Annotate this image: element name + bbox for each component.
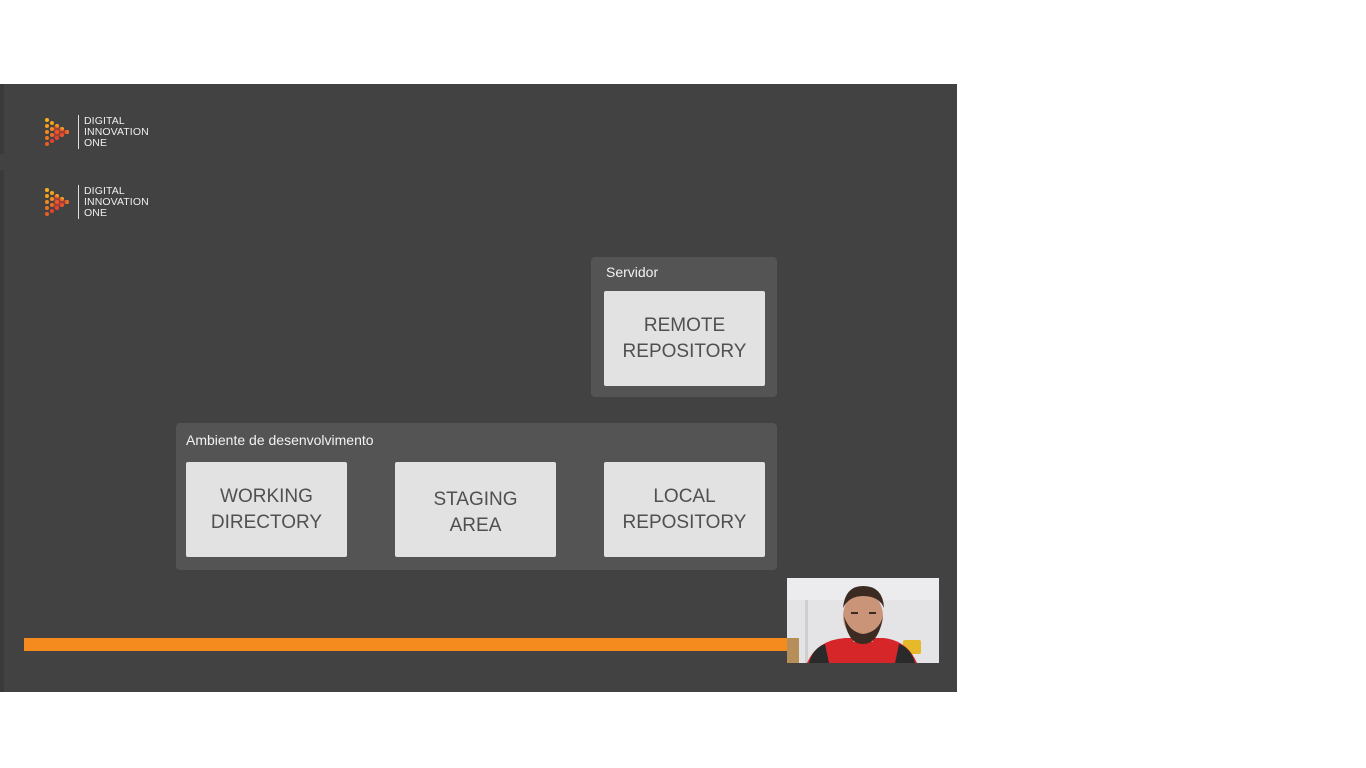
slide-edge (0, 84, 4, 154)
box-label-line: STAGING (433, 488, 518, 510)
box-label-line: AREA (449, 514, 502, 536)
logo-line: DIGITAL (84, 114, 125, 127)
logo-line: DIGITAL (84, 184, 125, 197)
logo-line: ONE (84, 136, 108, 149)
presenter-video-image (787, 578, 939, 663)
box-label-line: WORKING (220, 485, 313, 507)
digital-innovation-one-logo-icon (45, 118, 70, 146)
logo-divider (78, 185, 79, 219)
box-label-line: LOCAL (653, 485, 716, 507)
local-repository-box: LOCAL REPOSITORY (604, 462, 765, 557)
dio-logo: DIGITAL INNOVATION ONE (44, 115, 149, 149)
server-group-label: Servidor (606, 264, 659, 280)
logo-line: INNOVATION (84, 195, 149, 208)
presentation-slide: DIGITAL INNOVATION ONE DIGITAL INNOVATIO… (0, 84, 957, 692)
progress-fill (24, 638, 788, 651)
logo-line: INNOVATION (84, 125, 149, 138)
logo-wordmark: DIGITAL INNOVATION ONE (84, 114, 149, 149)
logo-divider (78, 115, 79, 149)
box-label-line: REPOSITORY (622, 511, 747, 533)
development-environment-group: Ambiente de desenvolvimento WORKING DIRE… (176, 423, 777, 570)
presentation-progress-bar (24, 638, 788, 651)
logo-line: ONE (84, 206, 108, 219)
remote-repository-box: REMOTE REPOSITORY (604, 291, 765, 386)
digital-innovation-one-logo-icon (45, 188, 70, 216)
presenter-webcam-thumbnail (787, 578, 939, 663)
server-group: Servidor REMOTE REPOSITORY (591, 257, 777, 397)
box-label-line: DIRECTORY (210, 511, 323, 533)
box-label-line: REPOSITORY (622, 340, 747, 362)
dio-logo: DIGITAL INNOVATION ONE (44, 185, 149, 219)
logo-wordmark: DIGITAL INNOVATION ONE (84, 184, 149, 219)
box-label-line: REMOTE (643, 314, 726, 336)
development-environment-label: Ambiente de desenvolvimento (186, 432, 374, 448)
slide-edge (0, 170, 4, 692)
working-directory-box: WORKING DIRECTORY (186, 462, 347, 557)
staging-area-box: STAGING AREA (395, 462, 556, 557)
